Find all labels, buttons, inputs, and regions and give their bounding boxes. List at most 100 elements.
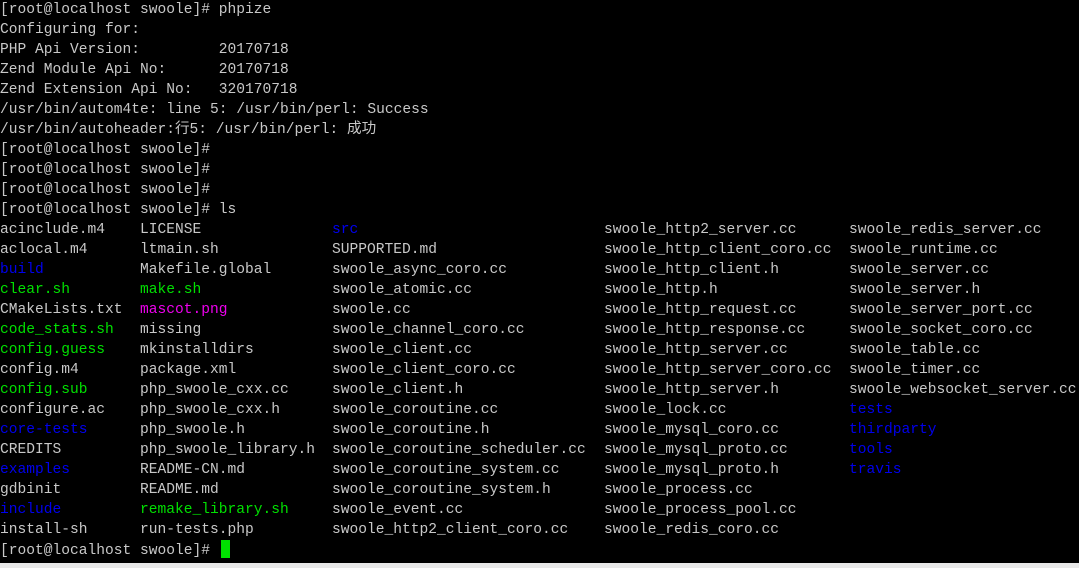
file-entry: swoole_server.cc [849, 262, 989, 278]
output-line: [root@localhost swoole]# [0, 182, 210, 198]
file-entry: swoole_table.cc [849, 342, 981, 358]
window-bottom-edge [0, 563, 1079, 568]
file-entry: aclocal.m4 [0, 242, 88, 258]
output-line: PHP Api Version: 20170718 [0, 42, 289, 58]
file-entry: remake_library.sh [140, 502, 289, 518]
file-entry: swoole_coroutine_scheduler.cc [332, 442, 586, 458]
file-entry: swoole_coroutine_system.cc [332, 462, 560, 478]
terminal-window[interactable]: [root@localhost swoole]# phpize Configuri… [0, 0, 1079, 563]
ls-row: config.sub php_swoole_cxx.cc swoole_client… [0, 380, 1079, 400]
output-line: /usr/bin/autoheader:行5: /usr/bin/perl: 成… [0, 122, 377, 138]
ls-row: CREDITS php_swoole_library.h swoole_corout… [0, 440, 1079, 460]
file-entry: README.md [140, 482, 219, 498]
file-entry: swoole_coroutine.h [332, 422, 490, 438]
file-entry: swoole_redis_coro.cc [604, 522, 779, 538]
file-entry: swoole_atomic.cc [332, 282, 472, 298]
file-entry: code_stats.sh [0, 322, 114, 338]
file-entry: swoole_client.cc [332, 342, 472, 358]
file-entry: swoole_server.h [849, 282, 981, 298]
file-entry: LICENSE [140, 222, 202, 238]
file-entry: config.guess [0, 342, 105, 358]
file-entry: swoole_client.h [332, 382, 464, 398]
ls-row: code_stats.sh missing swoole_channel_coro.… [0, 320, 1079, 340]
file-entry: SUPPORTED.md [332, 242, 437, 258]
file-entry: swoole_http_client.h [604, 262, 779, 278]
file-entry: swoole_coroutine_system.h [332, 482, 551, 498]
file-entry: ltmain.sh [140, 242, 219, 258]
shell-prompt: [root@localhost swoole]# [0, 543, 219, 559]
ls-row: examples README-CN.md swoole_coroutine_sys… [0, 460, 1079, 480]
file-entry: swoole_http2_server.cc [604, 222, 797, 238]
file-entry: swoole_mysql_proto.h [604, 462, 779, 478]
file-entry: mkinstalldirs [140, 342, 254, 358]
directory-entry: include [0, 502, 62, 518]
output-line: /usr/bin/autom4te: line 5: /usr/bin/perl… [0, 102, 429, 118]
file-entry: missing [140, 322, 202, 338]
output-line: Configuring for: [0, 22, 140, 38]
ls-row: aclocal.m4 ltmain.sh SUPPORTED.md swoole_ht… [0, 240, 1079, 260]
output-line: [root@localhost swoole]# ls [0, 202, 237, 218]
file-entry: swoole_client_coro.cc [332, 362, 516, 378]
directory-entry: src [332, 222, 359, 238]
file-entry: clear.sh [0, 282, 70, 298]
file-entry: make.sh [140, 282, 202, 298]
output-line: [root@localhost swoole]# [0, 142, 210, 158]
ls-row: configure.ac php_swoole_cxx.h swoole_corou… [0, 400, 1079, 420]
file-entry: CREDITS [0, 442, 62, 458]
directory-entry: tests [849, 402, 893, 418]
file-entry: config.sub [0, 382, 88, 398]
file-entry: configure.ac [0, 402, 105, 418]
file-entry: swoole_http2_client_coro.cc [332, 522, 569, 538]
ls-row: core-tests php_swoole.h swoole_coroutine.h… [0, 420, 1079, 440]
file-entry: swoole.cc [332, 302, 411, 318]
directory-entry: thirdparty [849, 422, 937, 438]
file-entry: swoole_http_client_coro.cc [604, 242, 832, 258]
ls-row: clear.sh make.sh swoole_atomic.cc swoole_ht… [0, 280, 1079, 300]
file-entry: swoole_event.cc [332, 502, 464, 518]
ls-row: install-sh run-tests.php swoole_http2_clie… [0, 520, 1079, 540]
output-line: Zend Extension Api No: 320170718 [0, 82, 298, 98]
file-entry: mascot.png [140, 302, 228, 318]
file-entry: swoole_http.h [604, 282, 718, 298]
file-entry: run-tests.php [140, 522, 254, 538]
file-entry: swoole_http_server_coro.cc [604, 362, 832, 378]
file-entry: swoole_lock.cc [604, 402, 727, 418]
file-entry: swoole_process.cc [604, 482, 753, 498]
ls-row: config.m4 package.xml swoole_client_coro.c… [0, 360, 1079, 380]
file-entry: swoole_mysql_proto.cc [604, 442, 788, 458]
file-entry: gdbinit [0, 482, 62, 498]
file-entry: php_swoole_cxx.h [140, 402, 280, 418]
directory-entry: tools [849, 442, 893, 458]
output-line: Zend Module Api No: 20170718 [0, 62, 289, 78]
ls-row: acinclude.m4 LICENSE src swoole_http2_serve… [0, 220, 1079, 240]
ls-row: build Makefile.global swoole_async_coro.cc… [0, 260, 1079, 280]
directory-entry: build [0, 262, 44, 278]
file-entry: config.m4 [0, 362, 79, 378]
file-entry: php_swoole.h [140, 422, 245, 438]
file-entry: swoole_server_port.cc [849, 302, 1033, 318]
file-entry: swoole_channel_coro.cc [332, 322, 525, 338]
ls-row: gdbinit README.md swoole_coroutine_system.… [0, 480, 1079, 500]
ls-row: config.guess mkinstalldirs swoole_client.c… [0, 340, 1079, 360]
directory-entry: core-tests [0, 422, 88, 438]
output-line: [root@localhost swoole]# [0, 162, 210, 178]
file-entry: install-sh [0, 522, 88, 538]
file-entry: swoole_http_request.cc [604, 302, 797, 318]
file-entry: swoole_http_server.h [604, 382, 779, 398]
output-line: [root@localhost swoole]# phpize [0, 2, 272, 18]
file-entry: swoole_timer.cc [849, 362, 981, 378]
file-entry: swoole_websocket_server.cc [849, 382, 1077, 398]
file-entry: CMakeLists.txt [0, 302, 123, 318]
file-entry: swoole_socket_coro.cc [849, 322, 1033, 338]
file-entry: swoole_redis_server.cc [849, 222, 1042, 238]
file-entry: php_swoole_cxx.cc [140, 382, 289, 398]
file-entry: package.xml [140, 362, 237, 378]
ls-row: include remake_library.sh swoole_event.cc s… [0, 500, 1079, 520]
command-prompt-line[interactable]: [root@localhost swoole]# [0, 540, 230, 560]
file-entry: swoole_runtime.cc [849, 242, 998, 258]
file-entry: README-CN.md [140, 462, 245, 478]
cursor-block-icon [220, 540, 230, 558]
file-entry: php_swoole_library.h [140, 442, 315, 458]
file-entry: Makefile.global [140, 262, 272, 278]
ls-row: CMakeLists.txt mascot.png swoole.cc swoole_… [0, 300, 1079, 320]
